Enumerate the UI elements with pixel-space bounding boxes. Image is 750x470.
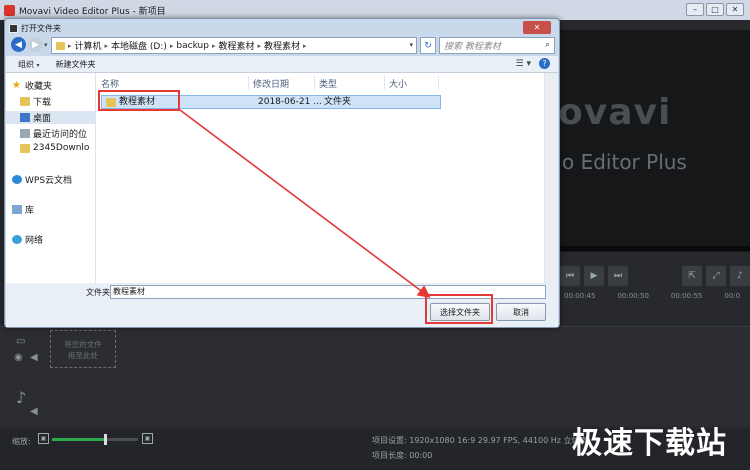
annotation-arrow [179,109,431,298]
